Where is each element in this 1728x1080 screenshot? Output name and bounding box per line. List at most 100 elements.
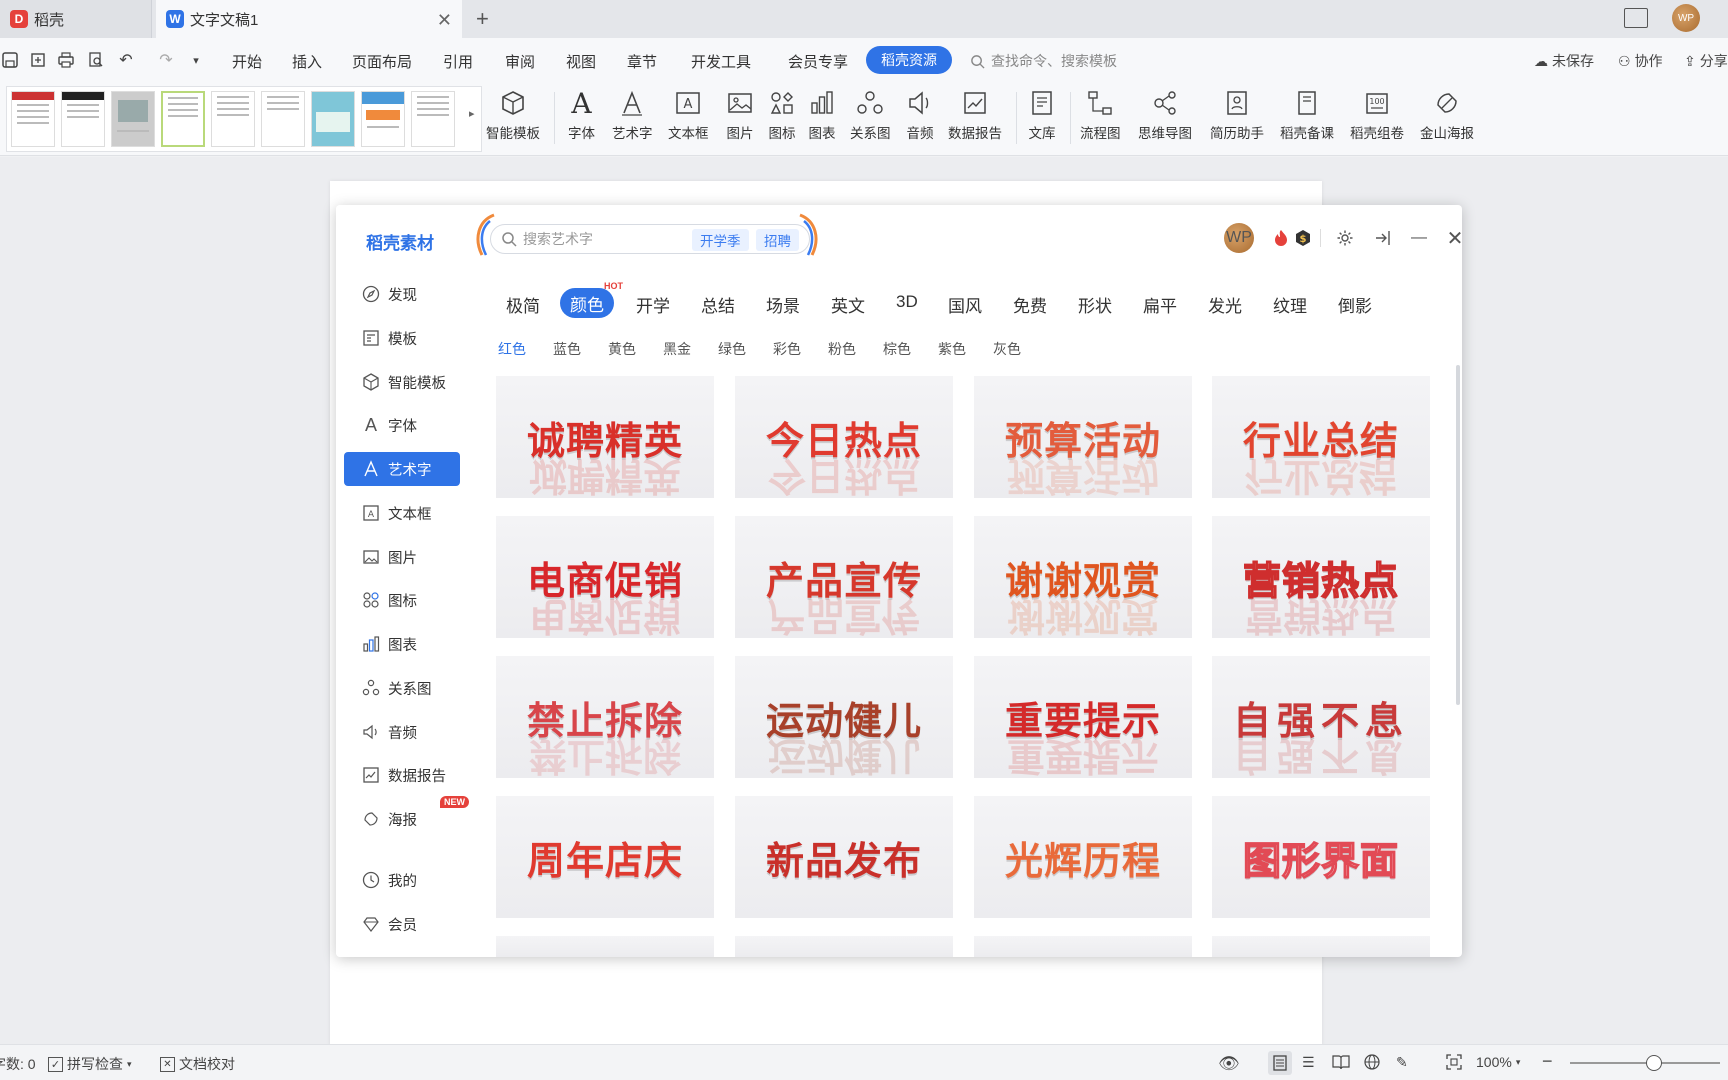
template-thumbnail[interactable] bbox=[161, 91, 205, 147]
minimize-icon[interactable]: — bbox=[1408, 227, 1430, 249]
category-reflection[interactable]: 倒影 bbox=[1338, 292, 1372, 317]
window-layout-icon[interactable] bbox=[1624, 8, 1648, 28]
art-text-card[interactable]: 周年店庆 bbox=[496, 796, 714, 918]
user-avatar[interactable]: WP bbox=[1672, 4, 1700, 32]
close-tab-icon[interactable]: ✕ bbox=[437, 10, 452, 31]
sidebar-item-textbox[interactable]: A 文本框 bbox=[344, 496, 460, 530]
art-text-card[interactable]: 行业总结 行业总结 bbox=[1212, 376, 1430, 498]
new-tab-button[interactable]: + bbox=[476, 6, 489, 32]
spell-check-button[interactable]: ✓ 拼写检查 ▾ bbox=[48, 1054, 132, 1074]
category-shape[interactable]: 形状 bbox=[1078, 292, 1112, 317]
category-free[interactable]: 免费 bbox=[1013, 292, 1047, 317]
template-thumbnail[interactable] bbox=[361, 91, 405, 147]
art-text-card[interactable]: 营销热点 营销热点 bbox=[1212, 516, 1430, 638]
subcategory-gray[interactable]: 灰色 bbox=[993, 339, 1021, 359]
ribbon-flowchart[interactable]: 流程图 bbox=[1080, 86, 1121, 150]
subcategory-blue[interactable]: 蓝色 bbox=[553, 339, 581, 359]
ribbon-lesson-prep[interactable]: 稻壳备课 bbox=[1280, 86, 1334, 150]
menu-chapter[interactable]: 章节 bbox=[627, 51, 657, 72]
save-icon[interactable] bbox=[0, 50, 20, 70]
category-chinese-style[interactable]: 国风 bbox=[948, 292, 982, 317]
read-view-icon[interactable] bbox=[1332, 1054, 1350, 1070]
close-panel-icon[interactable]: ✕ bbox=[1444, 227, 1462, 250]
ribbon-chart[interactable]: 图表 bbox=[808, 86, 836, 150]
art-text-card[interactable]: 禁止拆除 禁止拆除 bbox=[496, 656, 714, 778]
category-summary[interactable]: 总结 bbox=[701, 292, 735, 317]
sidebar-item-poster[interactable]: 海报 NEW bbox=[344, 796, 469, 836]
expand-thumbnails-icon[interactable]: ▸ bbox=[469, 107, 475, 120]
page-view-icon[interactable] bbox=[1268, 1051, 1292, 1075]
ribbon-icons[interactable]: 图标 bbox=[768, 86, 796, 150]
art-text-card[interactable] bbox=[735, 936, 953, 957]
ribbon-resume[interactable]: 简历助手 bbox=[1210, 86, 1264, 150]
command-search[interactable]: 查找命令、搜索模板 bbox=[970, 51, 1117, 71]
dock-panel-icon[interactable] bbox=[1372, 227, 1394, 249]
zoom-out-icon[interactable]: − bbox=[1542, 1051, 1553, 1072]
zoom-slider-track[interactable] bbox=[1570, 1062, 1720, 1064]
menu-view[interactable]: 视图 bbox=[566, 51, 596, 72]
template-thumbnail[interactable] bbox=[311, 91, 355, 147]
subcategory-black-gold[interactable]: 黑金 bbox=[663, 339, 691, 359]
menu-devtools[interactable]: 开发工具 bbox=[691, 51, 751, 72]
panel-user-avatar[interactable]: WP bbox=[1224, 223, 1254, 253]
category-minimal[interactable]: 极简 bbox=[506, 292, 540, 317]
sidebar-item-relation[interactable]: 关系图 bbox=[344, 671, 460, 705]
art-text-card[interactable] bbox=[496, 936, 714, 957]
template-thumbnail[interactable] bbox=[211, 91, 255, 147]
menu-insert[interactable]: 插入 bbox=[292, 51, 322, 72]
art-text-card[interactable] bbox=[974, 936, 1192, 957]
art-text-card[interactable]: 诚聘精英 诚聘精英 bbox=[496, 376, 714, 498]
menu-layout[interactable]: 页面布局 bbox=[352, 51, 412, 72]
art-text-card[interactable]: 自强不息 自强不息 bbox=[1212, 656, 1430, 778]
vip-coin-icon[interactable]: $ bbox=[1292, 227, 1314, 249]
ribbon-art-text[interactable]: 艺术字 bbox=[612, 86, 653, 150]
menu-references[interactable]: 引用 bbox=[443, 51, 473, 72]
category-3d[interactable]: 3D bbox=[896, 292, 918, 312]
ribbon-library[interactable]: 文库 bbox=[1028, 86, 1056, 150]
word-count[interactable]: 字数: 0 bbox=[0, 1054, 36, 1074]
panel-scrollbar[interactable] bbox=[1456, 365, 1460, 705]
category-color[interactable]: 颜色 bbox=[560, 288, 614, 318]
menu-start[interactable]: 开始 bbox=[232, 51, 262, 72]
ribbon-mindmap[interactable]: 思维导图 bbox=[1138, 86, 1192, 150]
menu-member[interactable]: 会员专享 bbox=[788, 51, 848, 72]
search-chip-school-season[interactable]: 开学季 bbox=[692, 229, 749, 251]
print-preview-icon[interactable] bbox=[86, 50, 106, 70]
subcategory-red[interactable]: 红色 bbox=[498, 339, 526, 359]
sidebar-item-audio[interactable]: 音频 bbox=[344, 715, 460, 749]
art-text-card[interactable]: 谢谢观赏 谢谢观赏 bbox=[974, 516, 1192, 638]
unsaved-status[interactable]: ☁ 未保存 bbox=[1534, 51, 1594, 71]
art-text-card[interactable]: 运动健儿 运动健儿 bbox=[735, 656, 953, 778]
undo-icon[interactable]: ↶ bbox=[116, 50, 136, 70]
art-text-card[interactable]: 产品宣传 产品宣传 bbox=[735, 516, 953, 638]
sidebar-item-font[interactable]: A 字体 bbox=[344, 408, 460, 442]
sidebar-item-data-report[interactable]: 数据报告 bbox=[344, 758, 460, 792]
subcategory-multicolor[interactable]: 彩色 bbox=[773, 339, 801, 359]
subcategory-pink[interactable]: 粉色 bbox=[828, 339, 856, 359]
zoom-level[interactable]: 100% ▾ bbox=[1476, 1054, 1520, 1070]
ribbon-poster[interactable]: 金山海报 bbox=[1420, 86, 1474, 150]
write-view-icon[interactable]: ✎ bbox=[1396, 1054, 1408, 1071]
template-thumbnail[interactable] bbox=[261, 91, 305, 147]
ribbon-exam[interactable]: 100 稻壳组卷 bbox=[1350, 86, 1404, 150]
template-thumbnail[interactable] bbox=[61, 91, 105, 147]
export-icon[interactable] bbox=[28, 50, 48, 70]
category-flat[interactable]: 扁平 bbox=[1143, 292, 1177, 317]
print-icon[interactable] bbox=[56, 50, 76, 70]
sidebar-item-member[interactable]: 会员 bbox=[344, 907, 460, 941]
tab-daoke[interactable]: D 稻壳 bbox=[0, 0, 152, 38]
subcategory-purple[interactable]: 紫色 bbox=[938, 339, 966, 359]
proofread-button[interactable]: ✕ 文档校对 bbox=[160, 1054, 235, 1074]
sidebar-item-discover[interactable]: 发现 bbox=[344, 277, 460, 311]
art-text-card[interactable]: 电商促销 电商促销 bbox=[496, 516, 714, 638]
ribbon-smart-template[interactable]: 智能模板 bbox=[486, 86, 540, 150]
sidebar-item-template[interactable]: 模板 bbox=[344, 321, 460, 355]
settings-gear-icon[interactable] bbox=[1334, 227, 1356, 249]
menu-review[interactable]: 审阅 bbox=[505, 51, 535, 72]
fit-page-icon[interactable] bbox=[1446, 1054, 1462, 1070]
sidebar-item-chart[interactable]: 图表 bbox=[344, 627, 460, 661]
art-text-card[interactable] bbox=[1212, 936, 1430, 957]
tab-document[interactable]: W 文字文稿1 ✕ bbox=[156, 0, 462, 38]
menu-daoke-resources[interactable]: 稻壳资源 bbox=[866, 46, 952, 74]
art-text-card[interactable]: 预算活动 预算活动 bbox=[974, 376, 1192, 498]
